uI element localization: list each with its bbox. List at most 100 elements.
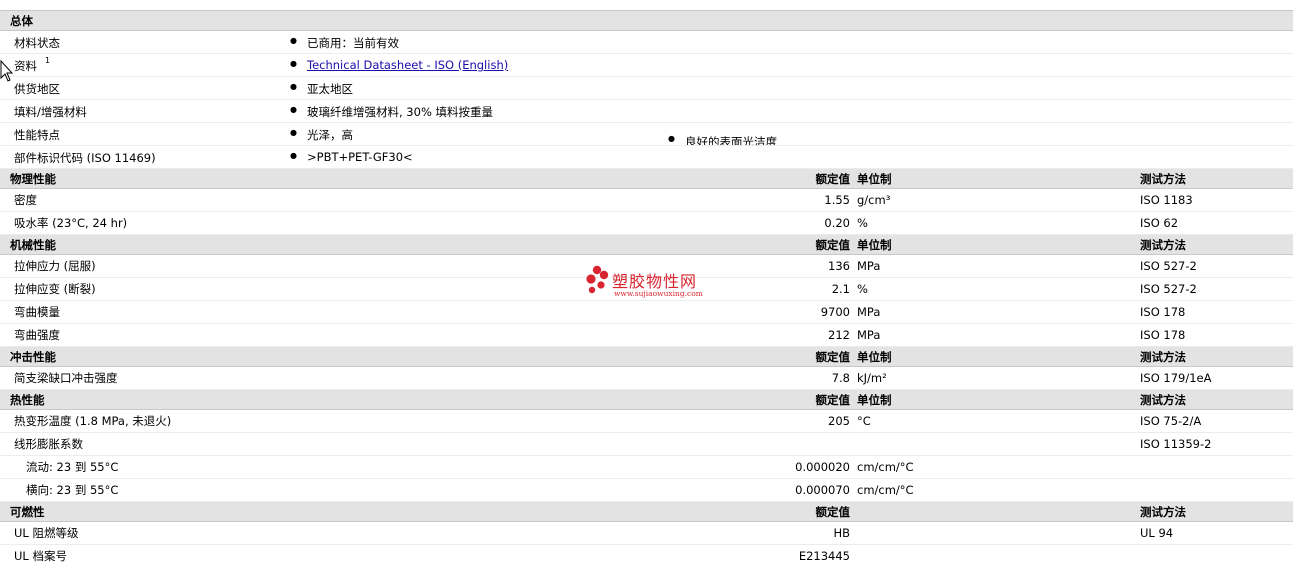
test-method: ISO 178 bbox=[1138, 323, 1293, 347]
property-row: 弯曲强度 212 MPa ISO 178 bbox=[0, 323, 1293, 347]
nominal-value: 1.55 bbox=[696, 188, 850, 212]
property-label: 部件标识代码 (ISO 11469) bbox=[14, 151, 156, 165]
nominal-value: 212 bbox=[696, 323, 850, 347]
bullet-icon: ● bbox=[290, 59, 297, 68]
property-row: 热变形温度 (1.8 MPa, 未退火) 205 °C ISO 75-2/A bbox=[0, 409, 1293, 433]
nominal-value-header: 额定值 bbox=[696, 501, 850, 522]
property-row: UL 档案号 E213445 bbox=[0, 544, 1293, 566]
bullet-icon: ● bbox=[290, 105, 297, 114]
test-method: ISO 62 bbox=[1138, 211, 1293, 235]
mouse-pointer-icon bbox=[0, 60, 14, 82]
property-label: 吸水率 (23°C, 24 hr) bbox=[0, 211, 696, 235]
nominal-value: E213445 bbox=[696, 544, 850, 566]
unit-value: kJ/m² bbox=[850, 366, 1138, 390]
unit-value bbox=[850, 521, 1138, 545]
unit-value: MPa bbox=[850, 254, 1138, 278]
property-row: 流动: 23 到 55°C 0.000020 cm/cm/°C bbox=[0, 455, 1293, 479]
nominal-value: 0.20 bbox=[696, 211, 850, 235]
unit-value: MPa bbox=[850, 300, 1138, 324]
property-label: 供货地区 bbox=[14, 82, 60, 96]
property-label: 简支梁缺口冲击强度 bbox=[0, 366, 696, 390]
test-method: ISO 179/1eA bbox=[1138, 366, 1293, 390]
property-value: 玻璃纤维增强材料, 30% 填料按重量 bbox=[307, 105, 494, 119]
datasheet-page: 总体 材料状态 ● 已商用：当前有效 资料 1 ● Technical Datasheet -… bbox=[0, 0, 1293, 566]
unit-value: cm/cm/°C bbox=[850, 455, 1138, 479]
unit-header-empty bbox=[850, 501, 1138, 522]
unit-value: MPa bbox=[850, 323, 1138, 347]
general-row-cell: 部件标识代码 (ISO 11469) ● >PBT+PET-GF30< bbox=[0, 145, 1293, 169]
section-header: 热性能 额定值 单位制 测试方法 bbox=[0, 389, 1293, 410]
property-label: 横向: 23 到 55°C bbox=[0, 478, 696, 502]
test-method: ISO 527-2 bbox=[1138, 277, 1293, 301]
test-method-header: 测试方法 bbox=[1138, 168, 1293, 189]
bullet-icon: ● bbox=[290, 151, 297, 160]
property-label: 填料/增强材料 bbox=[14, 105, 87, 119]
property-label: UL 阻燃等级 bbox=[0, 521, 696, 545]
section-title: 热性能 bbox=[0, 389, 696, 410]
unit-value: % bbox=[850, 211, 1138, 235]
nominal-value: 0.000020 bbox=[696, 455, 850, 479]
section-title: 物理性能 bbox=[0, 168, 696, 189]
section-header: 机械性能 额定值 单位制 测试方法 bbox=[0, 234, 1293, 255]
property-row: 吸水率 (23°C, 24 hr) 0.20% ISO 62 bbox=[0, 211, 1293, 235]
bullet-icon: ● bbox=[290, 82, 297, 91]
watermark-logo-icon bbox=[586, 265, 609, 294]
test-method: ISO 1183 bbox=[1138, 188, 1293, 212]
bullet-icon: ● bbox=[668, 134, 675, 143]
unit-header: 单位制 bbox=[850, 389, 1138, 410]
nominal-value: HB bbox=[696, 521, 850, 545]
test-method: ISO 527-2 bbox=[1138, 254, 1293, 278]
property-value: 光泽，高 bbox=[307, 128, 353, 142]
section-header: 可燃性 额定值 测试方法 bbox=[0, 501, 1293, 522]
test-method-header: 测试方法 bbox=[1138, 501, 1293, 522]
property-label: 性能特点 bbox=[14, 128, 60, 142]
general-row-cell: 填料/增强材料 ● 玻璃纤维增强材料, 30% 填料按重量 bbox=[0, 99, 1293, 123]
property-label: 流动: 23 到 55°C bbox=[0, 455, 696, 479]
general-row: 供货地区 ● 亚太地区 bbox=[0, 76, 1293, 100]
unit-value bbox=[850, 432, 1138, 456]
nominal-value-header: 额定值 bbox=[696, 168, 850, 189]
general-row: 材料状态 ● 已商用：当前有效 bbox=[0, 30, 1293, 54]
test-method-header: 测试方法 bbox=[1138, 234, 1293, 255]
property-row: UL 阻燃等级 HB UL 94 bbox=[0, 521, 1293, 545]
section-title: 可燃性 bbox=[0, 501, 696, 522]
general-row: 部件标识代码 (ISO 11469) ● >PBT+PET-GF30< bbox=[0, 145, 1293, 169]
general-row: 填料/增强材料 ● 玻璃纤维增强材料, 30% 填料按重量 bbox=[0, 99, 1293, 123]
unit-value bbox=[850, 544, 1138, 566]
section-header-general: 总体 bbox=[0, 10, 1293, 31]
unit-header: 单位制 bbox=[850, 234, 1138, 255]
property-label: 弯曲模量 bbox=[0, 300, 696, 324]
property-label: 资料 bbox=[14, 59, 37, 73]
test-method bbox=[1138, 455, 1293, 479]
unit-value: °C bbox=[850, 409, 1138, 433]
unit-value: % bbox=[850, 277, 1138, 301]
property-row: 横向: 23 到 55°C 0.000070 cm/cm/°C bbox=[0, 478, 1293, 502]
section-title: 机械性能 bbox=[0, 234, 696, 255]
general-row: 资料 1 ● Technical Datasheet - ISO (English) bbox=[0, 53, 1293, 77]
property-label: 线形膨胀系数 bbox=[0, 432, 696, 456]
section-header: 冲击性能 额定值 单位制 测试方法 bbox=[0, 346, 1293, 367]
property-value: 良好的表面光洁度 bbox=[685, 135, 777, 146]
test-method bbox=[1138, 478, 1293, 502]
property-label: 材料状态 bbox=[14, 36, 60, 50]
test-method: UL 94 bbox=[1138, 521, 1293, 545]
nominal-value bbox=[696, 432, 850, 456]
property-row: 密度 1.55 g/cm³ ISO 1183 bbox=[0, 188, 1293, 212]
datasheet-link[interactable]: Technical Datasheet - ISO (English) bbox=[307, 58, 508, 72]
unit-header: 单位制 bbox=[850, 346, 1138, 367]
property-label: 密度 bbox=[0, 188, 696, 212]
nominal-value-header: 额定值 bbox=[696, 389, 850, 410]
test-method: ISO 178 bbox=[1138, 300, 1293, 324]
test-method: ISO 11359-2 bbox=[1138, 432, 1293, 456]
property-value: 亚太地区 bbox=[307, 82, 353, 96]
property-value: >PBT+PET-GF30< bbox=[307, 150, 413, 164]
property-row: 线形膨胀系数 ISO 11359-2 bbox=[0, 432, 1293, 456]
general-row-cell: 供货地区 ● 亚太地区 bbox=[0, 76, 1293, 100]
property-row: 弯曲模量 9700 MPa ISO 178 bbox=[0, 300, 1293, 324]
unit-header: 单位制 bbox=[850, 168, 1138, 189]
test-method-header: 测试方法 bbox=[1138, 346, 1293, 367]
watermark: 塑胶物性网 www.sujiaowuxing.com bbox=[583, 265, 723, 301]
test-method: ISO 75-2/A bbox=[1138, 409, 1293, 433]
nominal-value: 205 bbox=[696, 409, 850, 433]
section-title: 总体 bbox=[0, 10, 1293, 31]
